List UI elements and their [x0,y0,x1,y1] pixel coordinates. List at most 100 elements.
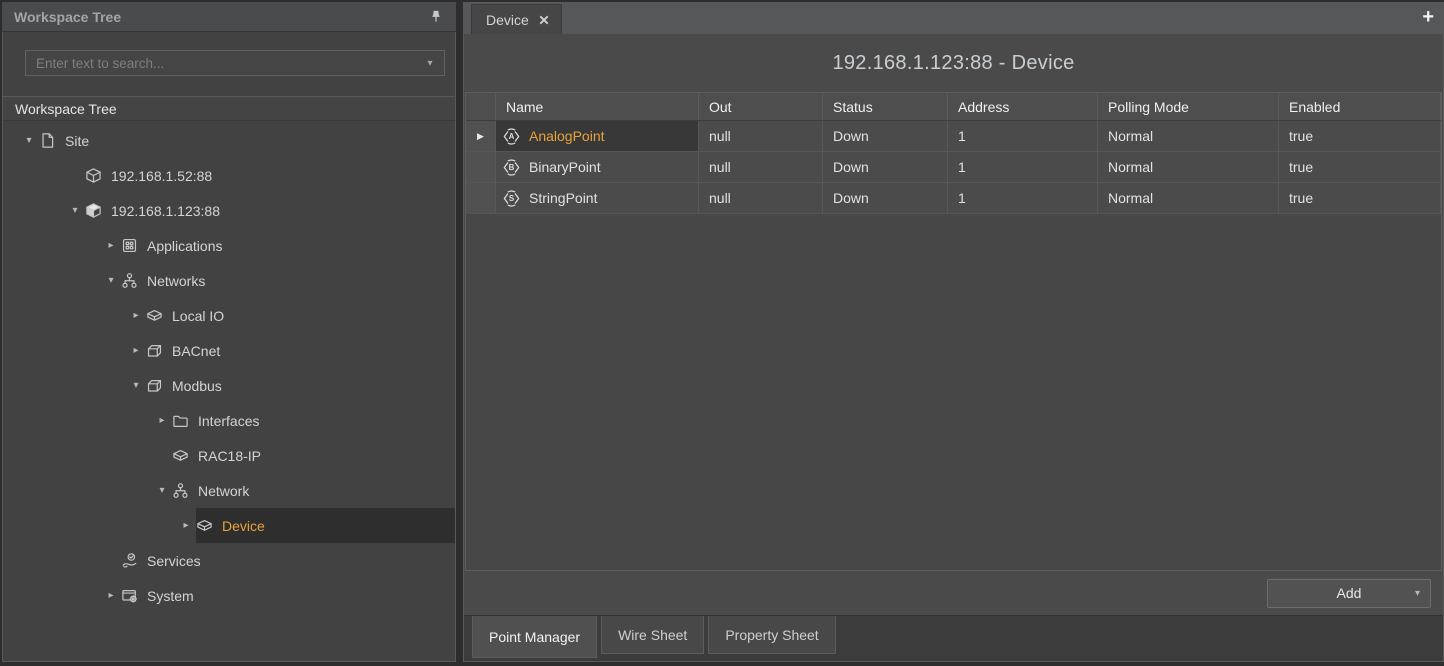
tree-item-content: Network [172,473,455,508]
tree-item-local-io[interactable]: ▸ Local IO [3,298,455,333]
tree-item-label: Site [65,133,89,149]
tree-item-site[interactable]: ▾ Site [3,123,455,158]
cell-polling-mode: Normal [1098,121,1279,151]
close-icon[interactable] [539,15,549,25]
chevron-expanded-icon[interactable]: ▾ [65,205,85,216]
chevron-collapsed-icon[interactable]: ▸ [176,520,196,531]
tab-property-sheet[interactable]: Property Sheet [708,616,835,654]
tab-device[interactable]: Device [471,4,562,34]
cell-name: B BinaryPoint [496,152,699,182]
row-selector[interactable] [466,183,496,213]
point-s-icon: S [502,189,521,208]
tree-item-network[interactable]: ▾Network [3,473,455,508]
table-row-analogpoint[interactable]: ▶AAnalogPointnullDown1Normaltrue [466,121,1441,152]
add-button[interactable]: Add ▾ [1267,579,1431,608]
column-header-out[interactable]: Out [699,93,823,120]
chevron-expanded-icon[interactable]: ▾ [101,275,121,286]
column-header-name[interactable]: Name [496,93,699,120]
tree-item-networks[interactable]: ▾Networks [3,263,455,298]
chevron-expanded-icon[interactable]: ▾ [126,380,146,391]
device-view: 192.168.1.123:88 - Device NameOutStatusA… [463,34,1444,662]
server-icon [85,167,102,184]
row-selector[interactable] [466,152,496,182]
view-tab-bar: Point ManagerWire SheetProperty Sheet [464,615,1443,661]
folder-icon [172,412,189,429]
cell-name: AAnalogPoint [496,121,699,151]
cell-address: 1 [948,152,1098,182]
tree-item-services[interactable]: Services [3,543,455,578]
chevron-expanded-icon[interactable]: ▾ [152,485,172,496]
cell-enabled: true [1279,152,1441,182]
search-input[interactable] [26,56,416,71]
table-rows: ▶AAnalogPointnullDown1NormaltrueBBinaryP… [466,121,1441,214]
box-icon [146,342,163,359]
tab-device-label: Device [486,12,529,28]
tree-item-rac18-ip[interactable]: RAC18-IP [3,438,455,473]
cell-out: null [699,121,823,151]
column-header-polling-mode[interactable]: Polling Mode [1098,93,1279,120]
tree-item-label: Device [222,518,265,534]
tree-item-device[interactable]: ▸ Device [3,508,455,543]
tree-item-label: Services [147,553,201,569]
table-header-row: NameOutStatusAddressPolling ModeEnabled [466,93,1441,121]
tree-section-header: Workspace Tree [3,96,455,121]
tree-item-label: Applications [147,238,223,254]
tree-item-content: Interfaces [172,403,455,438]
column-header-enabled[interactable]: Enabled [1279,93,1441,120]
tab-wire-sheet[interactable]: Wire Sheet [601,616,704,654]
cell-out: null [699,183,823,213]
cell-address: 1 [948,183,1098,213]
device-icon [196,517,213,534]
tree-item-label: Local IO [172,308,224,324]
table-row-binarypoint[interactable]: BBinaryPointnullDown1Normaltrue [466,152,1441,183]
tree-item-system[interactable]: ▸System [3,578,455,613]
column-header-address[interactable]: Address [948,93,1098,120]
device-icon [172,447,189,464]
tree-item-label: RAC18-IP [198,448,261,464]
column-header-status[interactable]: Status [823,93,948,120]
tree-item-content: Local IO [146,298,455,333]
tree-item-192-168-1-123-88[interactable]: ▾192.168.1.123:88 [3,193,455,228]
device-icon [146,307,163,324]
chevron-collapsed-icon[interactable]: ▸ [126,310,146,321]
tree-item-bacnet[interactable]: ▸BACnet [3,333,455,368]
table-row-stringpoint[interactable]: SStringPointnullDown1Normaltrue [466,183,1441,214]
tree-item-interfaces[interactable]: ▸Interfaces [3,403,455,438]
cell-polling-mode: Normal [1098,152,1279,182]
table-empty-space [466,214,1441,570]
chevron-expanded-icon[interactable]: ▾ [19,135,39,146]
tree-item-content: Applications [121,228,455,263]
row-selector-active[interactable]: ▶ [466,121,496,151]
tree-item-applications[interactable]: ▸ Applications [3,228,455,263]
server-filled-icon [85,202,102,219]
tree-item-label: Modbus [172,378,222,394]
point-name: BinaryPoint [529,159,601,175]
tree-item-192-168-1-52-88[interactable]: 192.168.1.52:88 [3,158,455,193]
cell-address: 1 [948,121,1098,151]
network-icon [172,482,189,499]
pin-icon[interactable] [428,9,444,25]
cell-enabled: true [1279,121,1441,151]
cell-status: Down [823,121,948,151]
chevron-collapsed-icon[interactable]: ▸ [101,240,121,251]
search-combo: ▾ [25,50,445,76]
chevron-collapsed-icon[interactable]: ▸ [152,415,172,426]
new-tab-button[interactable]: + [1422,6,1434,28]
tree-item-content: 192.168.1.123:88 [85,193,455,228]
tab-point-manager[interactable]: Point Manager [472,616,597,658]
workspace-tree-body: ▾ Workspace Tree ▾Site192.168.1.52:88▾19… [2,32,456,662]
tree-item-content: Services [121,543,455,578]
svg-text:S: S [509,194,514,203]
tree-item-content: Device [196,508,455,543]
chevron-collapsed-icon[interactable]: ▸ [101,590,121,601]
panel-title: Workspace Tree [14,9,121,25]
tree-item-content: Networks [121,263,455,298]
cell-out: null [699,152,823,182]
chevron-down-icon: ▾ [1415,588,1420,599]
point-b-icon: B [502,158,521,177]
table-footer: Add ▾ [464,571,1443,615]
chevron-collapsed-icon[interactable]: ▸ [126,345,146,356]
search-dropdown-icon[interactable]: ▾ [416,58,444,69]
tree-item-modbus[interactable]: ▾ Modbus [3,368,455,403]
tree-item-content: 192.168.1.52:88 [85,158,455,193]
